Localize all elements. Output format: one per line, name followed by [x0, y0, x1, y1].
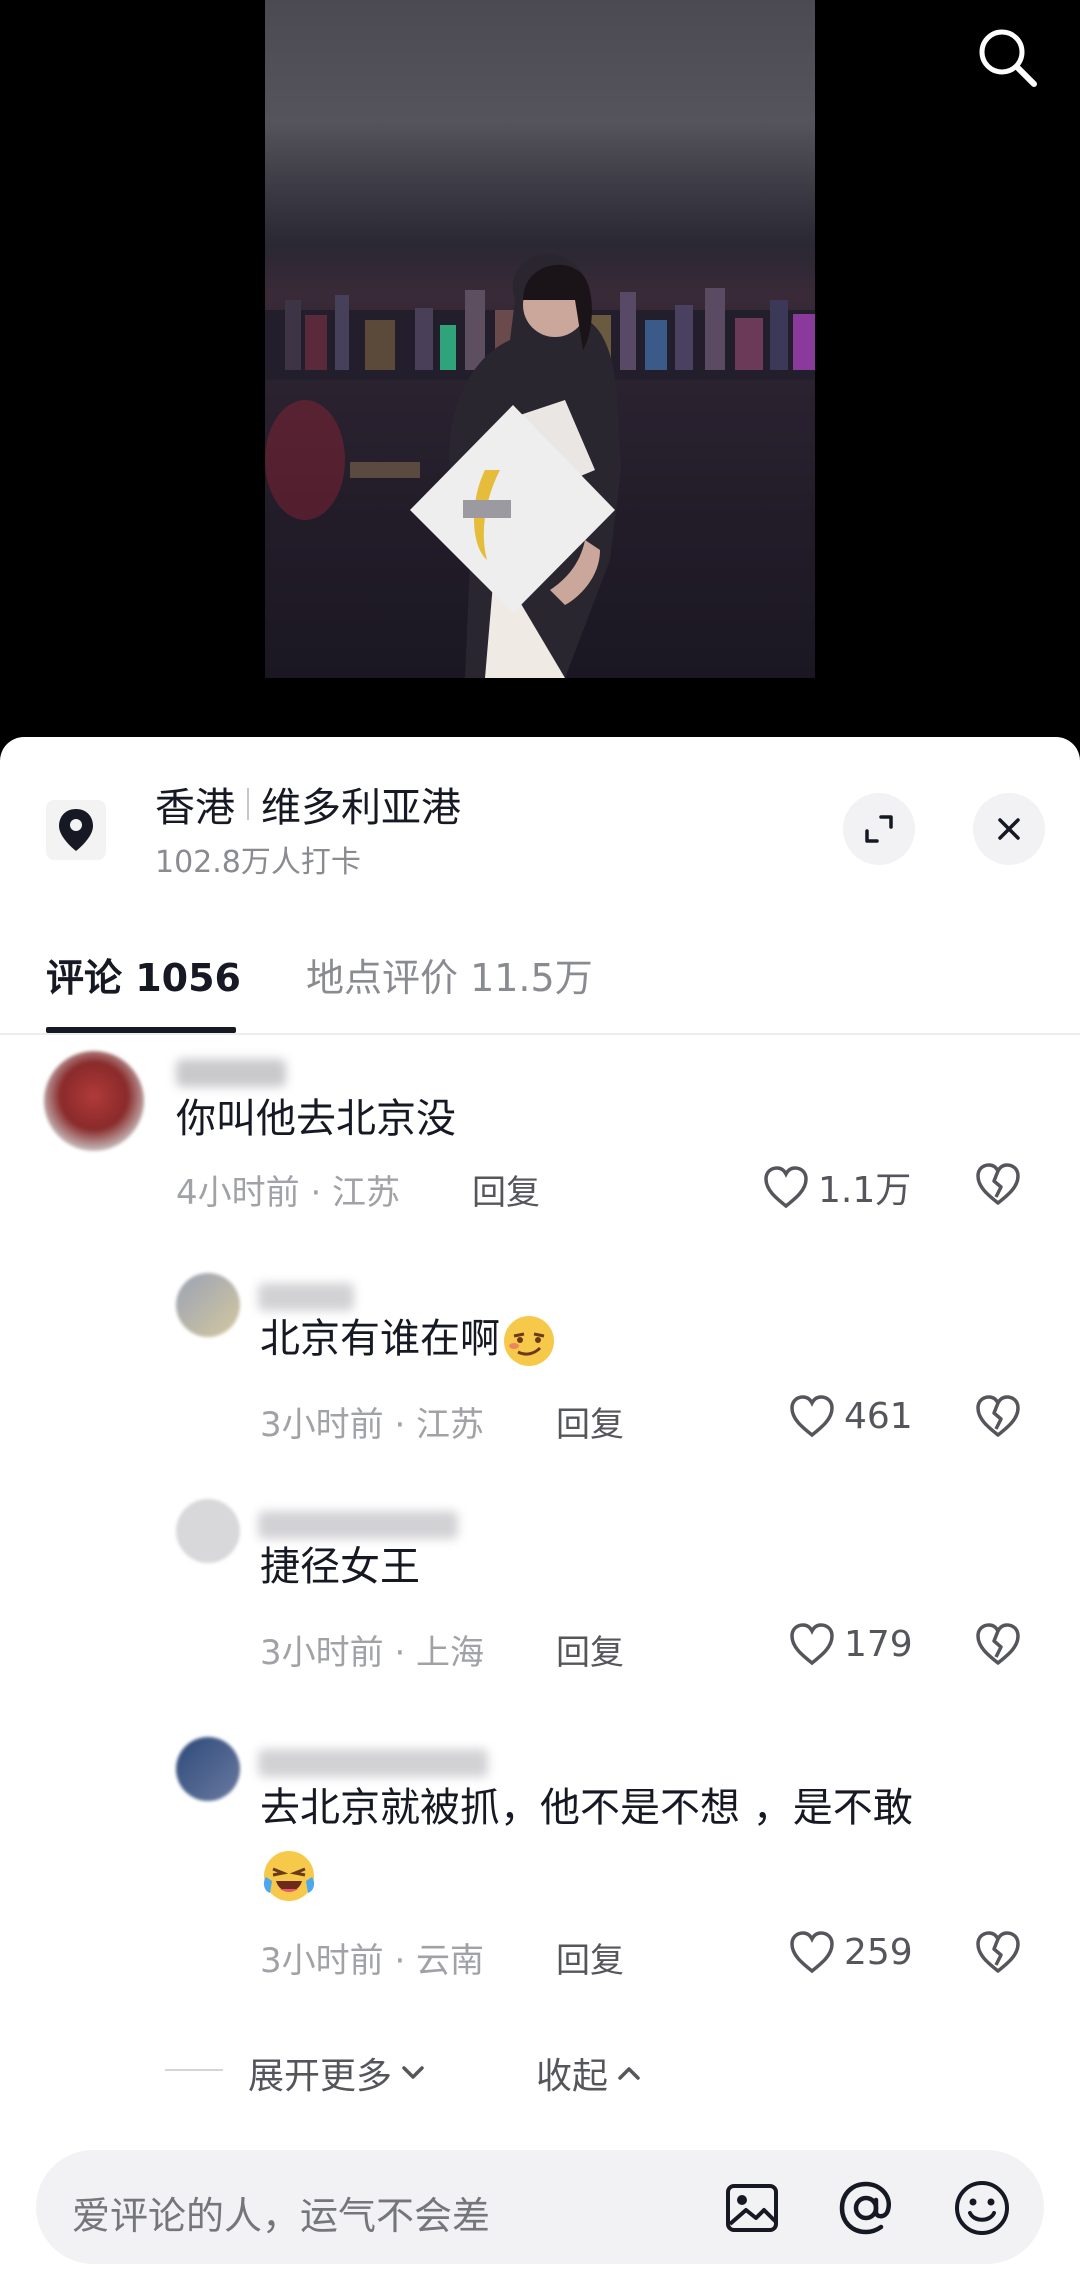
broken-heart-icon: [976, 1623, 1020, 1665]
broken-heart-icon: [976, 1163, 1020, 1205]
location-pin-icon: [46, 800, 106, 860]
chevron-down-icon: [402, 2066, 424, 2079]
broken-heart-icon: [976, 1931, 1020, 1973]
mention-icon[interactable]: [836, 2178, 896, 2238]
tab-bar: 评论 1056 地点评价 11.5万: [0, 897, 1080, 1035]
dislike-button[interactable]: [974, 1393, 1022, 1443]
search-icon[interactable]: [972, 22, 1042, 92]
heart-icon: [790, 1931, 834, 1974]
crying-laughing-emoji-icon: [263, 1851, 315, 1901]
location-place: 维多利亚港: [261, 785, 461, 831]
heart-icon: [764, 1166, 808, 1209]
collapse-button[interactable]: 收起: [536, 2047, 646, 2099]
comment-text-content: 去北京就被抓，他不是不想 ，是不敢: [260, 1785, 913, 1831]
like-button[interactable]: 461: [788, 1393, 913, 1439]
avatar[interactable]: [176, 1499, 240, 1563]
comments-sheet: 香港 维多利亚港 102.8万人打卡 评论 1056 地点评价 11.5万 你叫…: [0, 737, 1080, 2293]
checkin-count: 102.8万人打卡: [155, 845, 361, 880]
comment-text: 北京有谁在啊: [260, 1309, 558, 1370]
comment-text: 你叫他去北京没: [176, 1096, 456, 1142]
tab-location-reviews[interactable]: 地点评价 11.5万: [306, 947, 593, 1002]
avatar[interactable]: [176, 1737, 240, 1801]
replies-controls: 展开更多 收起: [0, 2039, 1080, 2099]
expand-more-button[interactable]: 展开更多: [248, 2047, 430, 2099]
divider-line: [165, 2069, 223, 2071]
heart-icon: [790, 1395, 834, 1438]
reply-button[interactable]: 回复: [556, 1397, 624, 1446]
active-tab-indicator: [46, 1027, 236, 1033]
like-count: 461: [844, 1395, 913, 1437]
expand-more-label: 展开更多: [248, 2056, 393, 2097]
comment-text: 捷径女王: [260, 1544, 420, 1590]
comment-time-location: 3小时前 · 云南: [260, 1941, 485, 1981]
like-button[interactable]: 259: [788, 1929, 913, 1975]
smirk-emoji-icon: [504, 1316, 554, 1366]
image-icon[interactable]: [722, 2178, 782, 2238]
username-blurred[interactable]: [258, 1511, 458, 1539]
video-player[interactable]: [0, 0, 1080, 740]
broken-heart-icon: [976, 1395, 1020, 1437]
title-divider: [247, 788, 249, 820]
comment-input-bar[interactable]: 爱评论的人，运气不会差: [36, 2150, 1044, 2264]
reply-button[interactable]: 回复: [556, 1933, 624, 1982]
comment-text: 去北京就被抓，他不是不想 ，是不敢: [260, 1775, 1020, 1907]
tab-comments[interactable]: 评论 1056: [46, 947, 241, 1002]
comment-time-location: 4小时前 · 江苏: [176, 1173, 401, 1213]
comment-time-location: 3小时前 · 上海: [260, 1633, 485, 1673]
like-button[interactable]: 1.1万: [762, 1161, 911, 1213]
username-blurred[interactable]: [176, 1059, 286, 1087]
emoji-icon[interactable]: [952, 2178, 1012, 2238]
close-button[interactable]: [973, 793, 1045, 865]
like-count: 179: [844, 1623, 913, 1665]
comment-time-location: 3小时前 · 江苏: [260, 1405, 485, 1445]
reply-item: 捷径女王 3小时前 · 上海 回复 179: [0, 1499, 1080, 1673]
avatar[interactable]: [44, 1051, 144, 1151]
dislike-button[interactable]: [974, 1929, 1022, 1979]
comment-input[interactable]: 爱评论的人，运气不会差: [72, 2185, 490, 2240]
dislike-button[interactable]: [974, 1161, 1022, 1211]
username-blurred[interactable]: [258, 1283, 354, 1311]
expand-icon: [865, 815, 893, 843]
like-count: 1.1万: [818, 1170, 912, 1211]
expand-sheet-button[interactable]: [843, 793, 915, 865]
chevron-up-icon: [618, 2067, 640, 2080]
reply-item: 北京有谁在啊 3小时前 · 江苏 回复 461: [0, 1269, 1080, 1445]
close-icon: [998, 818, 1020, 840]
comment-text-content: 北京有谁在啊: [260, 1316, 500, 1362]
username-blurred[interactable]: [258, 1749, 488, 1777]
location-city: 香港: [155, 785, 235, 831]
reply-button[interactable]: 回复: [556, 1625, 624, 1674]
video-frame-image: [265, 0, 815, 678]
avatar[interactable]: [176, 1273, 240, 1337]
location-title[interactable]: 香港 维多利亚港: [155, 775, 461, 833]
comment-item: 你叫他去北京没 4小时前 · 江苏 回复 1.1万: [0, 1037, 1080, 1213]
dislike-button[interactable]: [974, 1621, 1022, 1671]
collapse-label: 收起: [536, 2056, 609, 2097]
like-count: 259: [844, 1931, 913, 1973]
heart-icon: [790, 1623, 834, 1666]
reply-item: 去北京就被抓，他不是不想 ，是不敢 3小时前 · 云南 回复 259: [0, 1737, 1080, 1981]
reply-button[interactable]: 回复: [472, 1165, 540, 1214]
like-button[interactable]: 179: [788, 1621, 913, 1667]
